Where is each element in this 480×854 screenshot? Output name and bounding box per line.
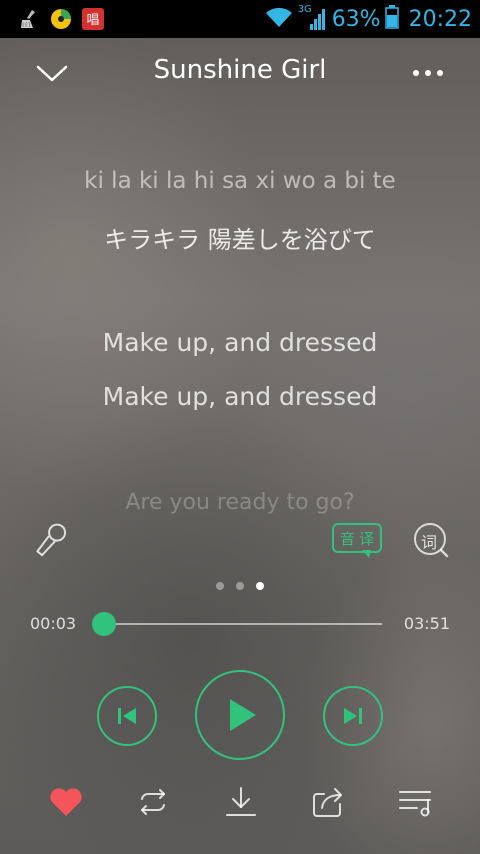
previous-button[interactable]	[97, 686, 157, 746]
music-disc-icon	[50, 8, 72, 30]
repeat-mode-button[interactable]	[133, 782, 173, 822]
lyrics-tools: 音 译 词	[0, 515, 480, 565]
translation-toggle-button[interactable]: 音 译	[332, 523, 382, 553]
status-bar: 唱 3G 63% 20:22	[0, 0, 480, 38]
share-icon	[313, 788, 342, 817]
play-icon	[230, 699, 256, 731]
speech-bubble-tail	[362, 550, 371, 558]
playlist-icon	[399, 791, 431, 817]
broom-icon	[18, 8, 40, 30]
wifi-icon	[264, 5, 294, 33]
player-header: Sunshine Girl	[0, 38, 480, 108]
seek-thumb[interactable]	[91, 612, 116, 636]
translation-label-yi: 译	[359, 529, 375, 548]
karaoke-app-icon: 唱	[82, 8, 104, 30]
progress-bar: 00:03 03:51	[0, 608, 480, 640]
lyric-search-button[interactable]: 词	[412, 521, 452, 561]
cell-signal-icon: 3G	[298, 4, 328, 32]
bottom-action-bar	[0, 778, 480, 828]
page-dot[interactable]	[236, 582, 244, 590]
microphone-icon	[36, 523, 67, 557]
repeat-icon	[141, 789, 165, 815]
lyric-line-romaji: ki la ki la hi sa xi wo a bi te	[84, 168, 396, 194]
more-options-button[interactable]	[410, 58, 446, 88]
skip-previous-icon	[118, 708, 136, 724]
download-icon	[226, 787, 256, 816]
lyric-search-label: 词	[421, 533, 438, 552]
share-button[interactable]	[308, 782, 348, 822]
lyric-line-japanese: キラキラ 陽差しを浴びて	[104, 226, 376, 254]
like-button[interactable]	[46, 782, 86, 822]
battery-icon	[384, 5, 399, 33]
song-title: Sunshine Girl	[153, 55, 327, 85]
total-time: 03:51	[403, 614, 450, 633]
current-time: 00:03	[30, 614, 77, 633]
karaoke-mic-button[interactable]	[28, 519, 72, 563]
karaoke-glyph: 唱	[86, 13, 99, 28]
more-dots-icon	[413, 70, 443, 76]
seek-track[interactable]	[91, 612, 382, 636]
download-button[interactable]	[221, 782, 261, 822]
playlist-button[interactable]	[396, 782, 436, 822]
page-indicator	[0, 582, 480, 590]
translation-label-yin: 音	[339, 529, 355, 548]
skip-next-icon	[344, 708, 362, 724]
lyric-line: Make up, and dressed	[102, 382, 378, 411]
heart-icon	[50, 788, 82, 816]
playback-controls	[0, 670, 480, 762]
lyric-line: Make up, and dressed	[102, 328, 378, 357]
next-button[interactable]	[323, 686, 383, 746]
page-dot[interactable]	[256, 582, 264, 590]
play-button[interactable]	[195, 670, 285, 760]
page-dot[interactable]	[216, 582, 224, 590]
battery-percent: 63%	[331, 6, 381, 32]
clock: 20:22	[408, 6, 472, 32]
lyric-line-faded: Are you ready to go?	[125, 490, 355, 515]
